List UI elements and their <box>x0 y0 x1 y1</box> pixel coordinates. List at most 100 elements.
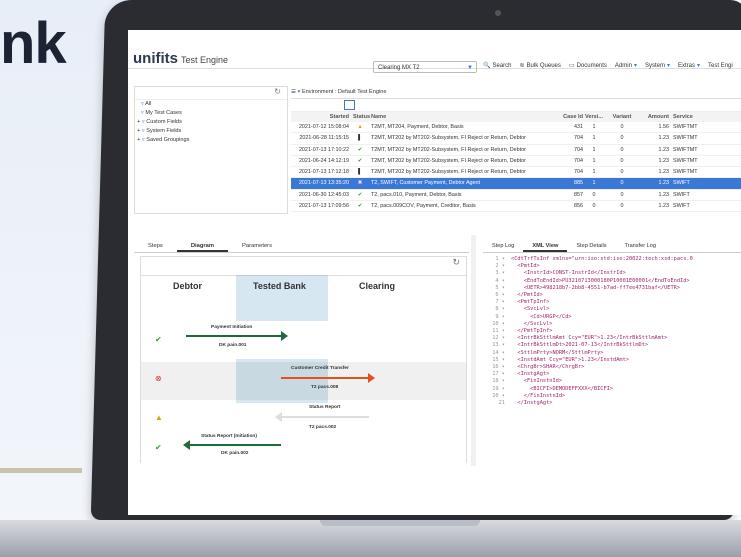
cell-started: 2021-07-13 13:35:20 <box>298 180 349 187</box>
warning-icon: ▲ <box>155 413 163 422</box>
col-amount[interactable]: Amount <box>639 112 669 122</box>
environment-label: Environment : Default Test Engine <box>301 89 387 95</box>
cell-amount: 1.56 <box>658 124 670 130</box>
table-row[interactable]: 2021-06-30 12:45:03 ✔ T2, pacs.010, Paymen… <box>291 190 741 202</box>
cell-service: SWIFT <box>673 203 690 210</box>
tab-xml-view[interactable]: XML View <box>523 240 568 252</box>
cell-case-id: 857 <box>574 191 583 198</box>
tree-item-all[interactable]: ▿ All <box>135 100 287 109</box>
sequence-diagram: ↻ Debtor Tested Bank Clearing ✔ Payment … <box>140 256 467 473</box>
system-menu[interactable]: System ▾ <box>645 60 670 72</box>
line-number: 21 <box>498 400 505 407</box>
xml-text: <PmtTpInf> <box>511 299 550 306</box>
xml-line: 11 ▾ </PmtTpInf> <box>483 328 741 335</box>
expand-icon[interactable]: + <box>137 128 140 134</box>
tab-transfer-log[interactable]: Transfer Log <box>616 240 666 252</box>
test-engine-label: Test Engi <box>708 63 733 69</box>
chevron-down-icon: ▾ <box>697 63 701 69</box>
test-engine-menu[interactable]: Test Engi <box>708 60 733 72</box>
tree-item-label: All <box>145 101 152 107</box>
cell-service: SWIFTMT <box>673 157 698 164</box>
table-row[interactable]: 2021-07-13 17:09:56 ✔ T2, pacs.009COV, Pay… <box>291 201 741 213</box>
extras-menu[interactable]: Extras ▾ <box>678 60 700 72</box>
refresh-icon[interactable]: ↻ <box>274 87 281 96</box>
line-number: 20 ▾ <box>492 392 505 399</box>
col-version[interactable]: Versi... <box>583 112 605 122</box>
cell-name: T2MT, MT202 by MT202-Subsystem, FI Rejec… <box>371 157 526 164</box>
table-row[interactable]: 2021-06-24 14:12:19 ✔ T2MT, MT202 by MT202… <box>291 156 741 168</box>
environment-select[interactable]: Clearing MX T2 ▼ <box>373 61 477 73</box>
environment-bar: ☰ ▾ Environment : Default Test Engine <box>291 86 741 99</box>
col-case-id[interactable]: Case Id <box>555 112 583 122</box>
chevron-down-icon: ▼ <box>467 65 473 71</box>
bulk-queues-button[interactable]: ≋ Bulk Queues <box>520 60 561 72</box>
filter-icon: ▿ <box>141 137 145 143</box>
tab-parameters[interactable]: Parameters <box>228 240 286 252</box>
line-number: 1 ▾ <box>495 256 505 262</box>
expand-icon[interactable]: + <box>137 137 140 143</box>
tab-step-details[interactable]: Step Details <box>567 240 615 252</box>
cell-case-id: 704 <box>574 157 583 164</box>
pane-splitter[interactable] <box>471 235 476 466</box>
tab-step-log[interactable]: Step Log <box>483 240 523 252</box>
xml-text: <EndToEndId>PU3210713000180P10001E00001<… <box>511 277 690 284</box>
cell-name: T2, SWIFT, Customer Payment, Debtor Agen… <box>371 180 481 187</box>
chevron-down-icon: ▾ <box>633 63 637 69</box>
table-row[interactable]: 2021-07-13 17:10:22 ✔ T2MT, MT202 by MT202… <box>291 145 741 156</box>
admin-menu[interactable]: Admin ▾ <box>615 60 637 72</box>
tab-steps[interactable]: Steps <box>134 240 177 252</box>
col-name[interactable]: Name <box>367 112 555 122</box>
tree-item-saved-groupings[interactable]: + ▿ Saved Groupings <box>135 136 287 145</box>
col-status[interactable]: Status <box>353 112 370 122</box>
table-row[interactable]: 2021-07-12 15:08:04 ▲ T2MT, MT204, Payment… <box>291 122 741 134</box>
table-row[interactable]: 2021-06-28 11:15:15 ▌ T2MT, MT202 by MT202… <box>291 133 741 145</box>
environment-select-value: Clearing MX T2 <box>378 65 420 71</box>
tree-item-my-test-cases[interactable]: ▿ My Test Cases <box>135 109 287 118</box>
col-started[interactable]: Started <box>291 112 353 122</box>
step-message: T2 pacs.002 <box>309 425 337 430</box>
xml-text: <IntrBkSttlmAmt Ccy="EUR">1.23</IntrBkSt… <box>511 335 668 342</box>
cell-variant: 0 <box>620 169 624 176</box>
diagram-step[interactable]: ✔ Payment Initiation DK pain.001 <box>141 321 466 359</box>
diagram-toolbar: ↻ <box>141 257 466 276</box>
cell-version: 0 <box>592 203 596 210</box>
folder-icon: ▭ <box>568 63 575 69</box>
cell-variant: 0 <box>620 146 624 153</box>
expand-icon[interactable]: + <box>137 119 140 125</box>
calendar-icon[interactable] <box>344 100 355 110</box>
line-number: 4 ▾ <box>495 277 505 284</box>
diagram-step[interactable]: ⊗ Customer Credit Transfer T2 pacs.008 <box>141 362 466 400</box>
xml-text: <InstgAgt> <box>511 371 550 378</box>
cell-case-id: 704 <box>574 169 583 176</box>
xml-text: <CdtTrfTxInf xmlns="urn:iso:std:iso:2002… <box>511 256 693 262</box>
menu-icon[interactable]: ☰ <box>291 89 296 95</box>
refresh-icon[interactable]: ↻ <box>452 257 460 267</box>
diagram-step[interactable]: ✔ Status Report (Initiation) DK pain.002 <box>141 434 466 473</box>
col-variant[interactable]: Variant <box>605 112 639 122</box>
xml-viewer[interactable]: 1 ▾ <CdtTrfTxInf xmlns="urn:iso:std:iso:2… <box>483 256 741 466</box>
tab-diagram[interactable]: Diagram <box>176 240 229 252</box>
cell-service: SWIFT <box>673 191 690 198</box>
filter-icon: ▿ <box>141 110 144 116</box>
line-number: 2 ▾ <box>495 263 505 270</box>
xml-text: <ChrgBr>SHAR</ChrgBr> <box>511 364 585 371</box>
line-number: 14 ▾ <box>492 349 505 356</box>
table-row[interactable]: 2021-07-13 13:35:20 ✖ T2, SWIFT, Customer … <box>291 178 741 190</box>
chevron-down-icon[interactable]: ▾ <box>298 89 301 95</box>
tree-item-system-fields[interactable]: + ▿ System Fields <box>135 127 287 136</box>
line-number: 3 ▾ <box>495 270 505 277</box>
arrow-right <box>281 373 375 383</box>
line-number: 13 ▾ <box>492 342 505 349</box>
hero-heading: nk <box>0 11 67 76</box>
search-button[interactable]: 🔍 Search <box>483 60 512 72</box>
column-tested-bank: Tested Bank <box>253 281 306 291</box>
xml-line: 15 ▾ <InstdAmt Ccy="EUR">1.23</InstdAmt> <box>483 357 741 364</box>
col-service[interactable]: Service <box>669 112 713 122</box>
cell-version: 1 <box>592 146 596 153</box>
xml-text: </SvcLvl> <box>511 320 553 327</box>
line-number: 7 ▾ <box>495 299 505 306</box>
documents-button[interactable]: ▭ Documents <box>569 60 607 72</box>
tree-item-custom-fields[interactable]: + ▿ Custom Fields <box>135 118 287 127</box>
table-row[interactable]: 2021-07-13 17:12:18 ▌ T2MT, MT202 by MT202… <box>291 167 741 179</box>
xml-text: <Cd>URGP</Cd> <box>511 313 572 320</box>
